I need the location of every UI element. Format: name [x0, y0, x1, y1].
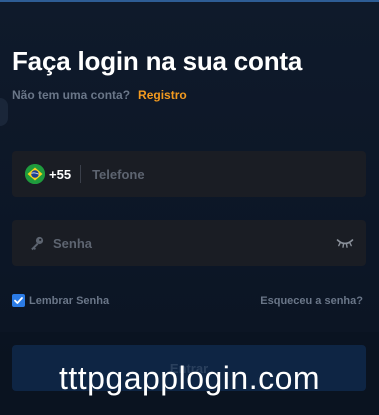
page-title: Faça login na sua conta	[12, 46, 303, 76]
key-icon	[29, 235, 45, 251]
remember-label: Lembrar Senha	[29, 294, 110, 307]
register-prompt: Não tem uma conta? Registro	[12, 88, 187, 102]
forgot-password-link[interactable]: Esqueceu a senha?	[260, 295, 363, 307]
checkmark-icon	[14, 297, 23, 304]
password-field[interactable]	[12, 220, 366, 266]
phone-field[interactable]: +55	[12, 151, 366, 197]
eye-closed-icon[interactable]	[336, 236, 354, 250]
login-modal: Faça login na sua conta Não tem uma cont…	[0, 0, 379, 415]
page: Faça login na sua conta Não tem uma cont…	[0, 0, 379, 415]
brazil-flag-icon	[25, 164, 45, 184]
register-link[interactable]: Registro	[138, 88, 187, 102]
password-input[interactable]	[45, 220, 336, 266]
phone-input[interactable]	[81, 151, 366, 197]
login-submit-button[interactable]: Entrar	[12, 345, 366, 391]
no-account-text: Não tem uma conta?	[12, 88, 131, 102]
side-tab-handle[interactable]	[0, 98, 8, 126]
remember-password-toggle[interactable]: Lembrar Senha	[12, 294, 109, 307]
remember-checkbox[interactable]	[12, 294, 25, 307]
country-code[interactable]: +55	[49, 167, 71, 182]
